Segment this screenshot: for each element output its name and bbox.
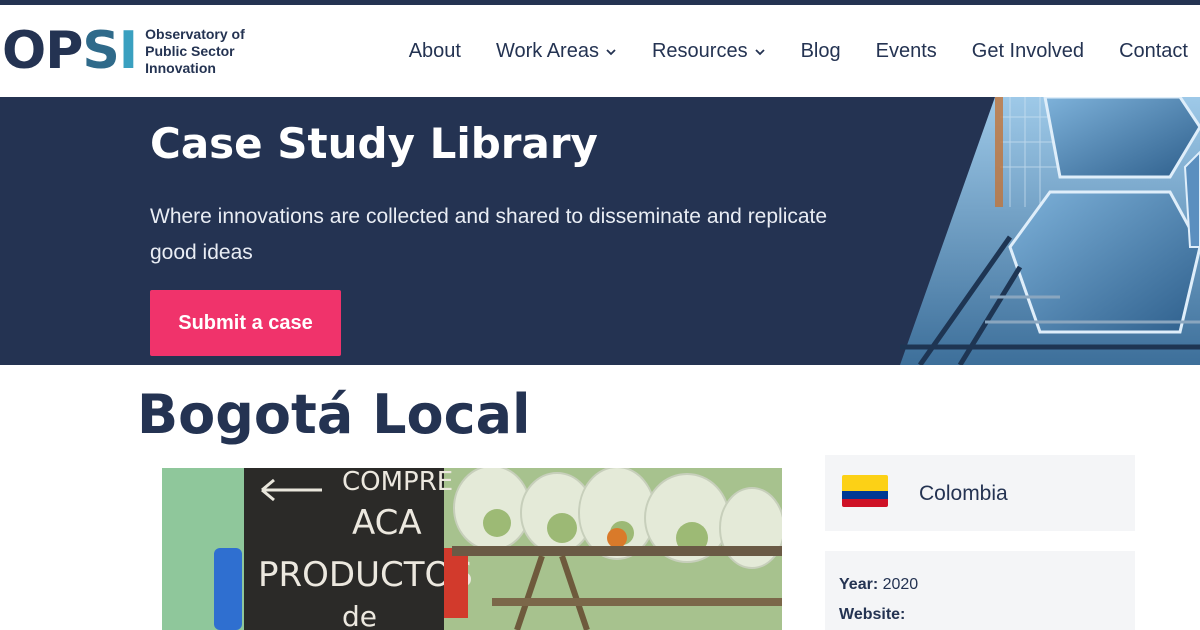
submit-case-button[interactable]: Submit a case [150,290,341,356]
nav-resources[interactable]: Resources [652,40,766,63]
nav-events[interactable]: Events [876,40,937,63]
nav-resources-label: Resources [651,40,748,62]
nav-about-label: About [408,40,461,62]
hero-title: Case Study Library [150,119,598,168]
site-header: O P S I Observatory of Public Sector Inn… [0,5,1200,97]
market-stall-image: COMPRE ACA PRODUCTOS de [162,468,782,630]
opsi-logo[interactable]: O P S I Observatory of Public Sector Inn… [2,25,265,77]
chevron-down-icon [754,48,765,55]
nav-blog[interactable]: Blog [801,40,841,63]
logo-letter-o: O [2,21,46,81]
country-name[interactable]: Colombia [919,482,1008,506]
year-label: Year: [839,576,879,593]
colombia-flag-icon [842,475,888,507]
hero-subtitle: Where innovations are collected and shar… [150,205,828,264]
nav-blog-label: Blog [800,40,841,62]
logo-mark: O P S I [2,21,138,81]
nav-work-areas[interactable]: Work Areas [496,40,617,63]
logo-letter-p: P [45,21,83,81]
sign-line-1: COMPRE [342,468,453,497]
nav-get-involved[interactable]: Get Involved [972,40,1084,63]
website-row: Website: [839,600,1135,630]
case-title: Bogotá Local [137,383,531,446]
sign-line-2: ACA [352,503,422,543]
nav-get-involved-label: Get Involved [971,40,1085,62]
main-nav: About Work Areas Resources Blog Events G… [374,40,1188,63]
case-photo: COMPRE ACA PRODUCTOS de [162,468,782,630]
hero-architecture-image [900,97,1200,365]
logo-letter-i: I [118,21,138,81]
sign-line-4: de [342,600,377,630]
nav-events-label: Events [875,40,937,62]
nav-about[interactable]: About [409,40,461,63]
chevron-down-icon [606,48,616,55]
logo-text: Observatory of Public Sector Innovation [145,25,245,76]
sign-line-3: PRODUCTOS [258,555,473,595]
nav-work-areas-label: Work Areas [495,40,599,62]
website-label: Website: [839,606,906,623]
case-meta-card: Year: 2020 Website: [825,551,1135,630]
year-row: Year: 2020 [839,570,1135,600]
nav-contact[interactable]: Contact [1119,40,1188,63]
nav-contact-label: Contact [1119,40,1188,62]
hero-banner: Case Study Library Where innovations are… [0,97,1200,365]
country-card: Colombia [825,455,1135,531]
year-value: 2020 [882,576,919,593]
logo-letter-s: S [82,21,119,81]
